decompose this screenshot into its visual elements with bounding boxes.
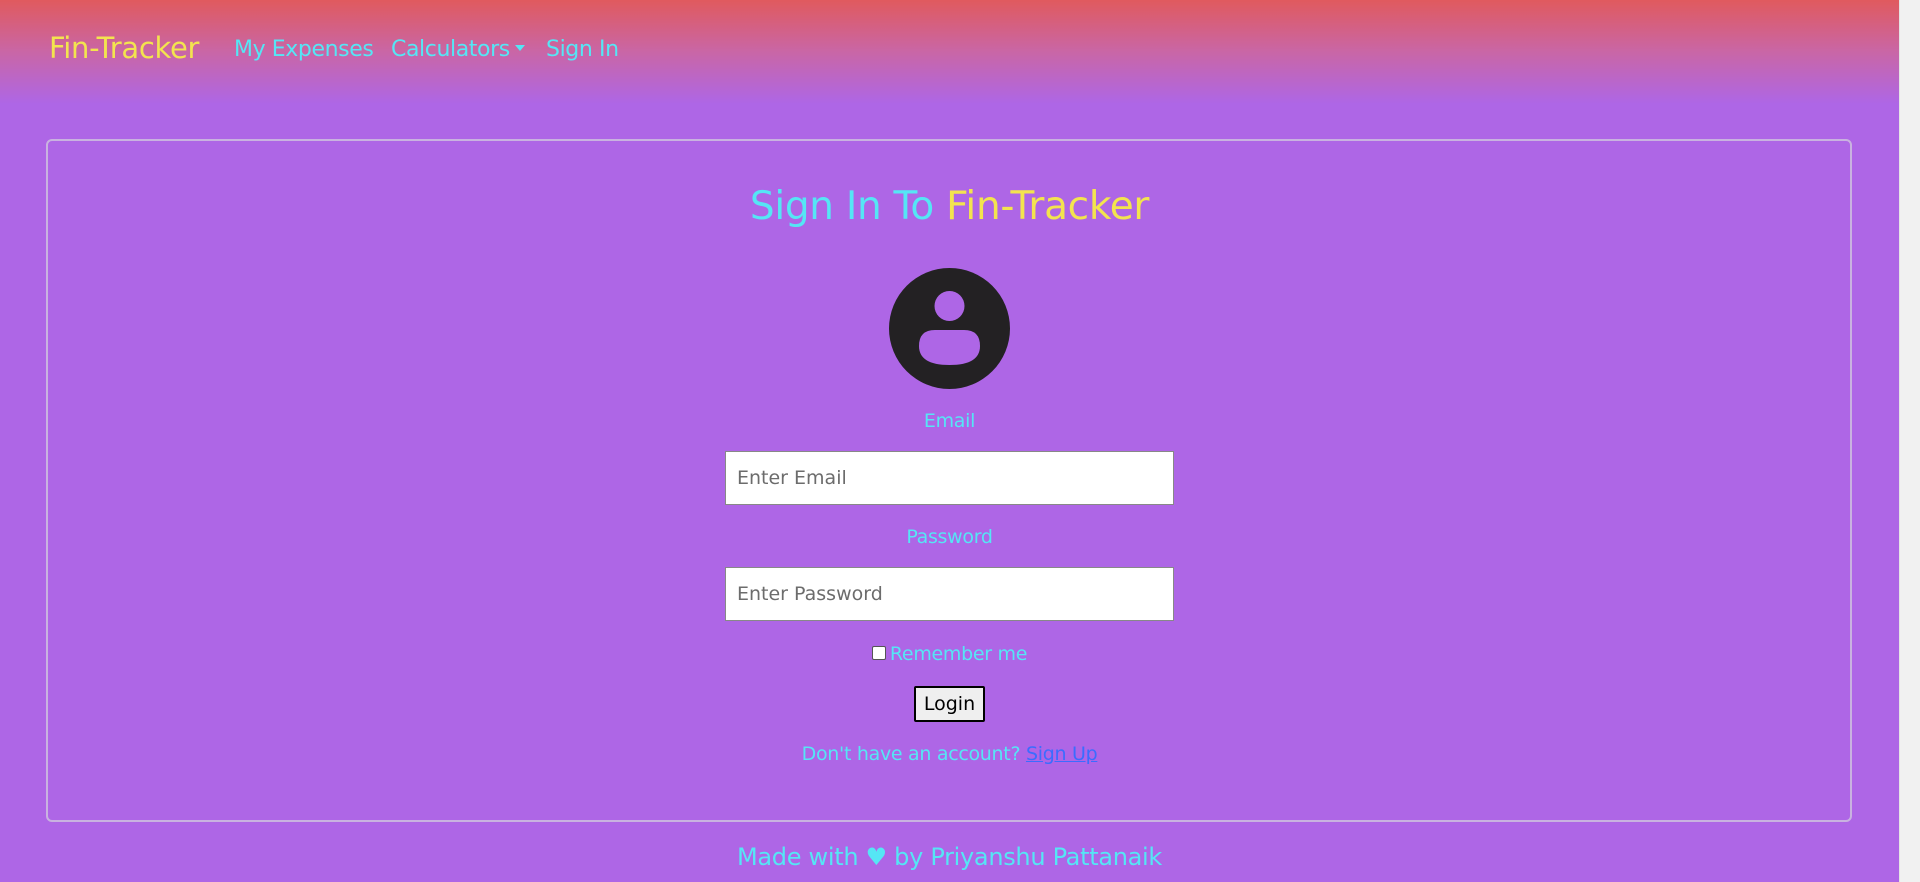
password-label: Password (906, 526, 993, 548)
login-button[interactable]: Login (914, 686, 985, 722)
signup-prompt-text: Don't have an account? (801, 743, 1021, 765)
vertical-scrollbar[interactable] (1899, 0, 1920, 882)
nav-calculators-dropdown[interactable]: Calculators (391, 37, 525, 62)
title-brand: Fin-Tracker (946, 184, 1150, 229)
footer-text-after: by Priyanshu Pattanaik (894, 843, 1162, 871)
user-circle-icon (889, 268, 1010, 389)
navbar: Fin-Tracker My Expenses Calculators Sign… (0, 0, 1899, 104)
signup-link[interactable]: Sign Up (1026, 743, 1098, 765)
chevron-down-icon (514, 45, 525, 51)
signup-prompt: Don't have an account? Sign Up (0, 743, 1899, 765)
page: Fin-Tracker My Expenses Calculators Sign… (0, 0, 1899, 882)
page-title: Sign In To Fin-Tracker (0, 184, 1899, 229)
remember-me: Remember me (0, 643, 1899, 665)
footer: Made with ♥ by Priyanshu Pattanaik (0, 843, 1899, 871)
email-field[interactable] (725, 451, 1174, 505)
remember-me-label[interactable]: Remember me (890, 643, 1028, 665)
nav-my-expenses[interactable]: My Expenses (234, 37, 374, 62)
brand-link[interactable]: Fin-Tracker (49, 31, 199, 65)
remember-me-checkbox[interactable] (871, 645, 886, 660)
nav-sign-in[interactable]: Sign In (546, 37, 619, 62)
heart-icon: ♥ (865, 843, 888, 871)
password-field[interactable] (725, 567, 1174, 621)
footer-text-before: Made with (736, 843, 859, 871)
email-label: Email (923, 410, 976, 432)
nav-calculators-label: Calculators (391, 37, 510, 62)
title-prefix: Sign In To (749, 184, 934, 229)
